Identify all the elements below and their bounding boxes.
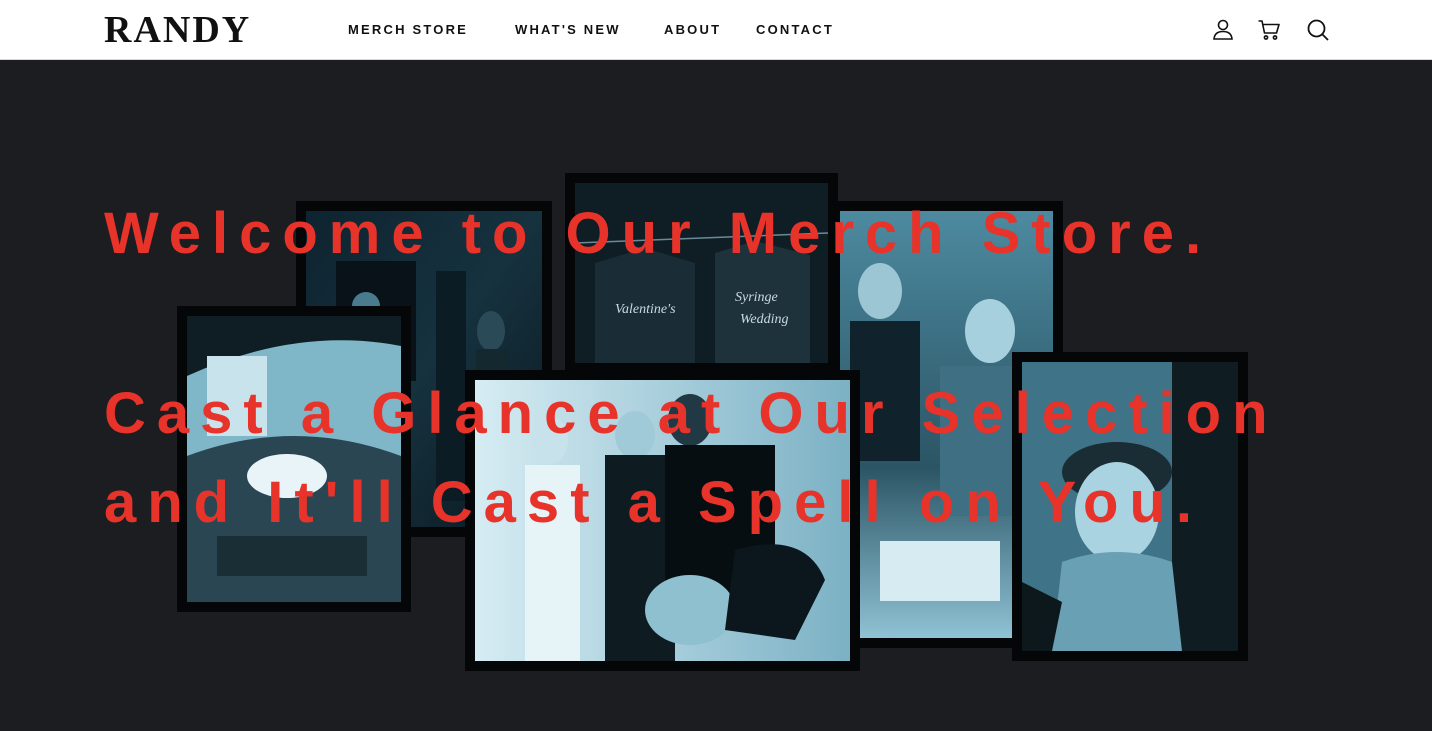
svg-text:Syringe: Syringe <box>735 290 778 305</box>
svg-text:Wedding: Wedding <box>740 312 788 327</box>
svg-text:Valentine's: Valentine's <box>615 302 676 317</box>
nav-about[interactable]: ABOUT <box>664 22 721 38</box>
hero-headline-line2: Cast a Glance at Our Selection <box>104 381 1279 446</box>
nav-whats-new[interactable]: WHAT'S NEW <box>515 22 621 38</box>
hero-headline-line1: Welcome to Our Merch Store. <box>104 201 1213 266</box>
brand-logo[interactable]: RANDY <box>104 8 251 52</box>
nav-merch-store[interactable]: MERCH STORE <box>348 22 468 38</box>
search-icon[interactable] <box>1306 18 1330 42</box>
account-icon[interactable] <box>1211 18 1235 42</box>
hero-section: Valentine's Syringe Wedding Welcome to O… <box>0 60 1432 731</box>
hero-headline-line3: and It'll Cast a Spell on You. <box>104 470 1203 535</box>
site-header: RANDY MERCH STORE WHAT'S NEW ABOUT CONTA… <box>0 0 1432 60</box>
nav-contact[interactable]: CONTACT <box>756 22 834 38</box>
car-interior-photo <box>177 306 411 612</box>
cart-icon[interactable] <box>1257 18 1281 42</box>
